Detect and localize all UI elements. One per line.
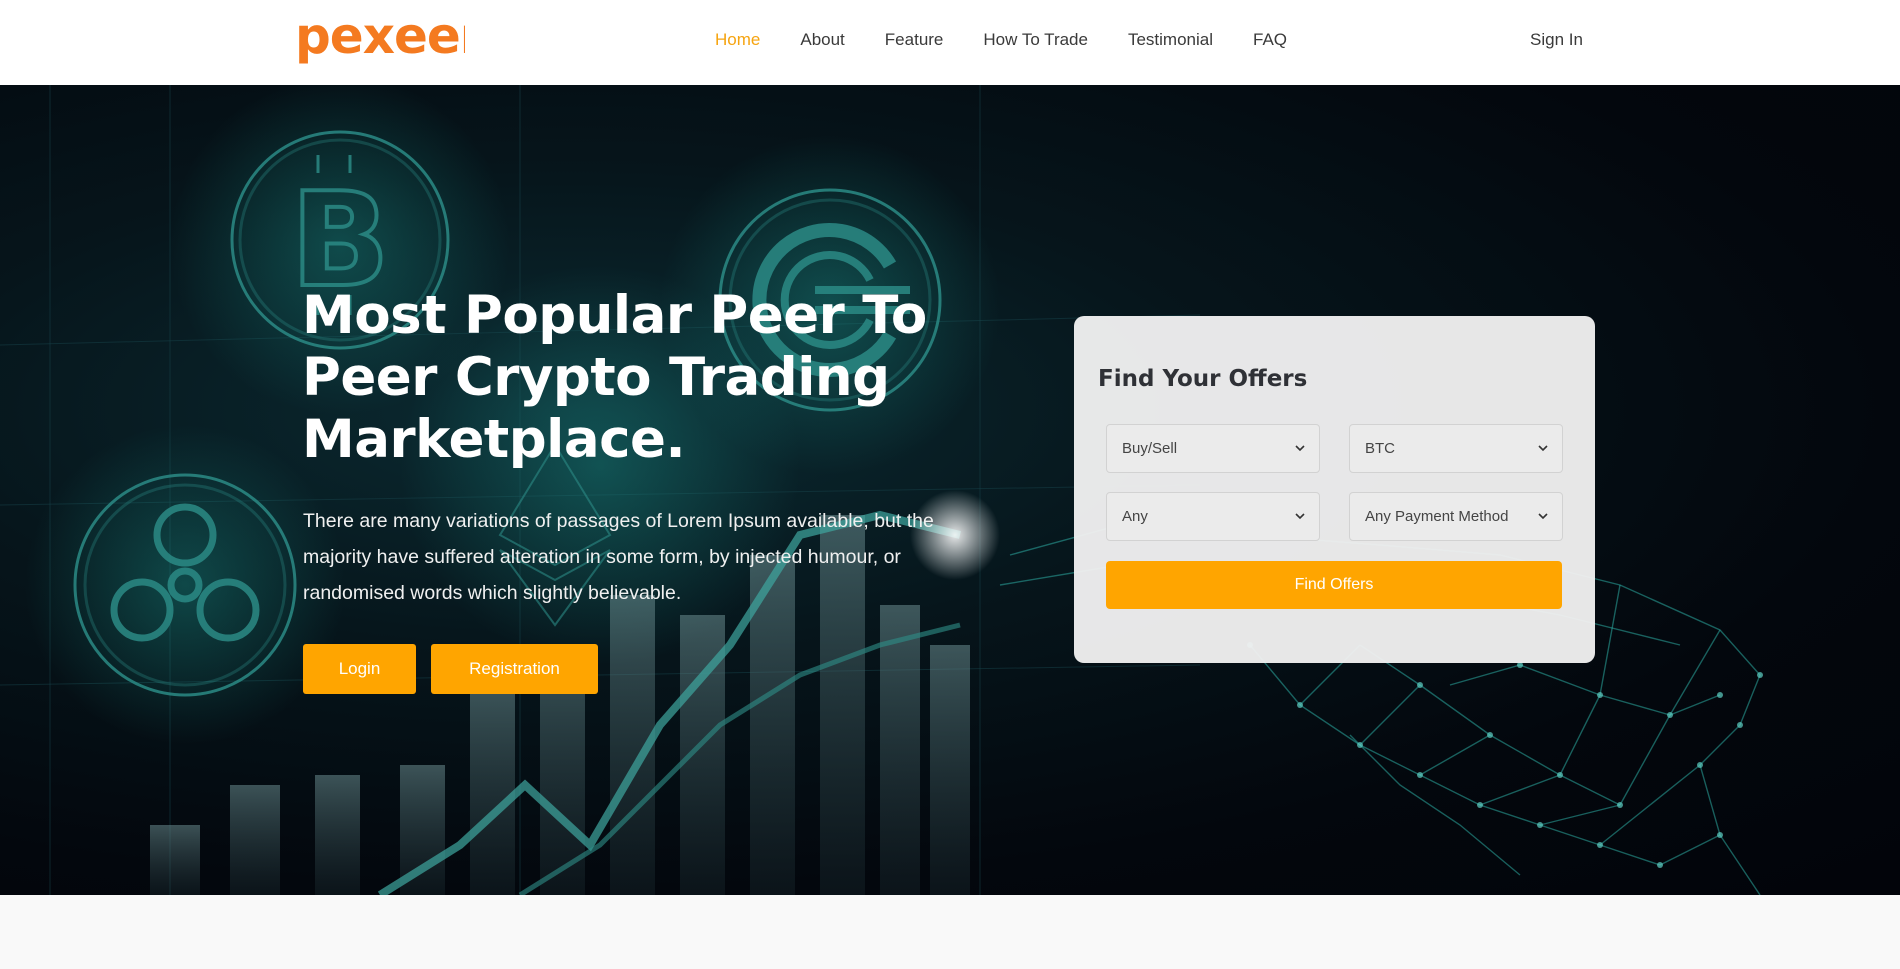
nav-home[interactable]: Home bbox=[695, 30, 780, 50]
chevron-down-icon bbox=[1295, 513, 1305, 520]
chevron-down-icon bbox=[1295, 445, 1305, 452]
buy-sell-select[interactable]: Buy/Sell bbox=[1106, 424, 1320, 473]
find-offers-button[interactable]: Find Offers bbox=[1106, 561, 1562, 609]
login-button[interactable]: Login bbox=[303, 644, 416, 694]
buy-sell-value: Buy/Sell bbox=[1122, 440, 1178, 457]
find-offers-card: Find Your Offers Buy/Sell BTC Any Any Pa… bbox=[1074, 316, 1595, 663]
pexeer-logo[interactable]: pexeer bbox=[295, 4, 465, 74]
next-section bbox=[0, 895, 1900, 969]
coin-select[interactable]: BTC bbox=[1349, 424, 1563, 473]
hero-section: B Most Popular Peer To Peer Crypto Tradi… bbox=[0, 85, 1900, 895]
hero-background: B bbox=[0, 85, 1763, 895]
svg-text:pexeer: pexeer bbox=[295, 7, 465, 65]
nav-testimonial[interactable]: Testimonial bbox=[1108, 30, 1233, 50]
registration-button[interactable]: Registration bbox=[431, 644, 598, 694]
nav-how-to-trade[interactable]: How To Trade bbox=[963, 30, 1108, 50]
hero-description: There are many variations of passages of… bbox=[303, 510, 934, 604]
payment-method-select[interactable]: Any Payment Method bbox=[1349, 492, 1563, 541]
country-value: Any bbox=[1122, 508, 1148, 525]
chevron-down-icon bbox=[1538, 513, 1548, 520]
sign-in-link[interactable]: Sign In bbox=[1530, 0, 1583, 79]
main-nav: Home About Feature How To Trade Testimon… bbox=[695, 0, 1307, 79]
payment-method-value: Any Payment Method bbox=[1365, 508, 1509, 525]
coin-value: BTC bbox=[1365, 440, 1395, 457]
top-navbar: pexeer Home About Feature How To Trade T… bbox=[0, 0, 1900, 85]
nav-feature[interactable]: Feature bbox=[865, 30, 964, 50]
country-select[interactable]: Any bbox=[1106, 492, 1320, 541]
hero-title: Most Popular Peer To Peer Crypto Trading… bbox=[302, 285, 927, 470]
chevron-down-icon bbox=[1538, 445, 1548, 452]
nav-faq[interactable]: FAQ bbox=[1233, 30, 1307, 50]
nav-about[interactable]: About bbox=[780, 30, 864, 50]
find-offers-title: Find Your Offers bbox=[1098, 366, 1308, 392]
